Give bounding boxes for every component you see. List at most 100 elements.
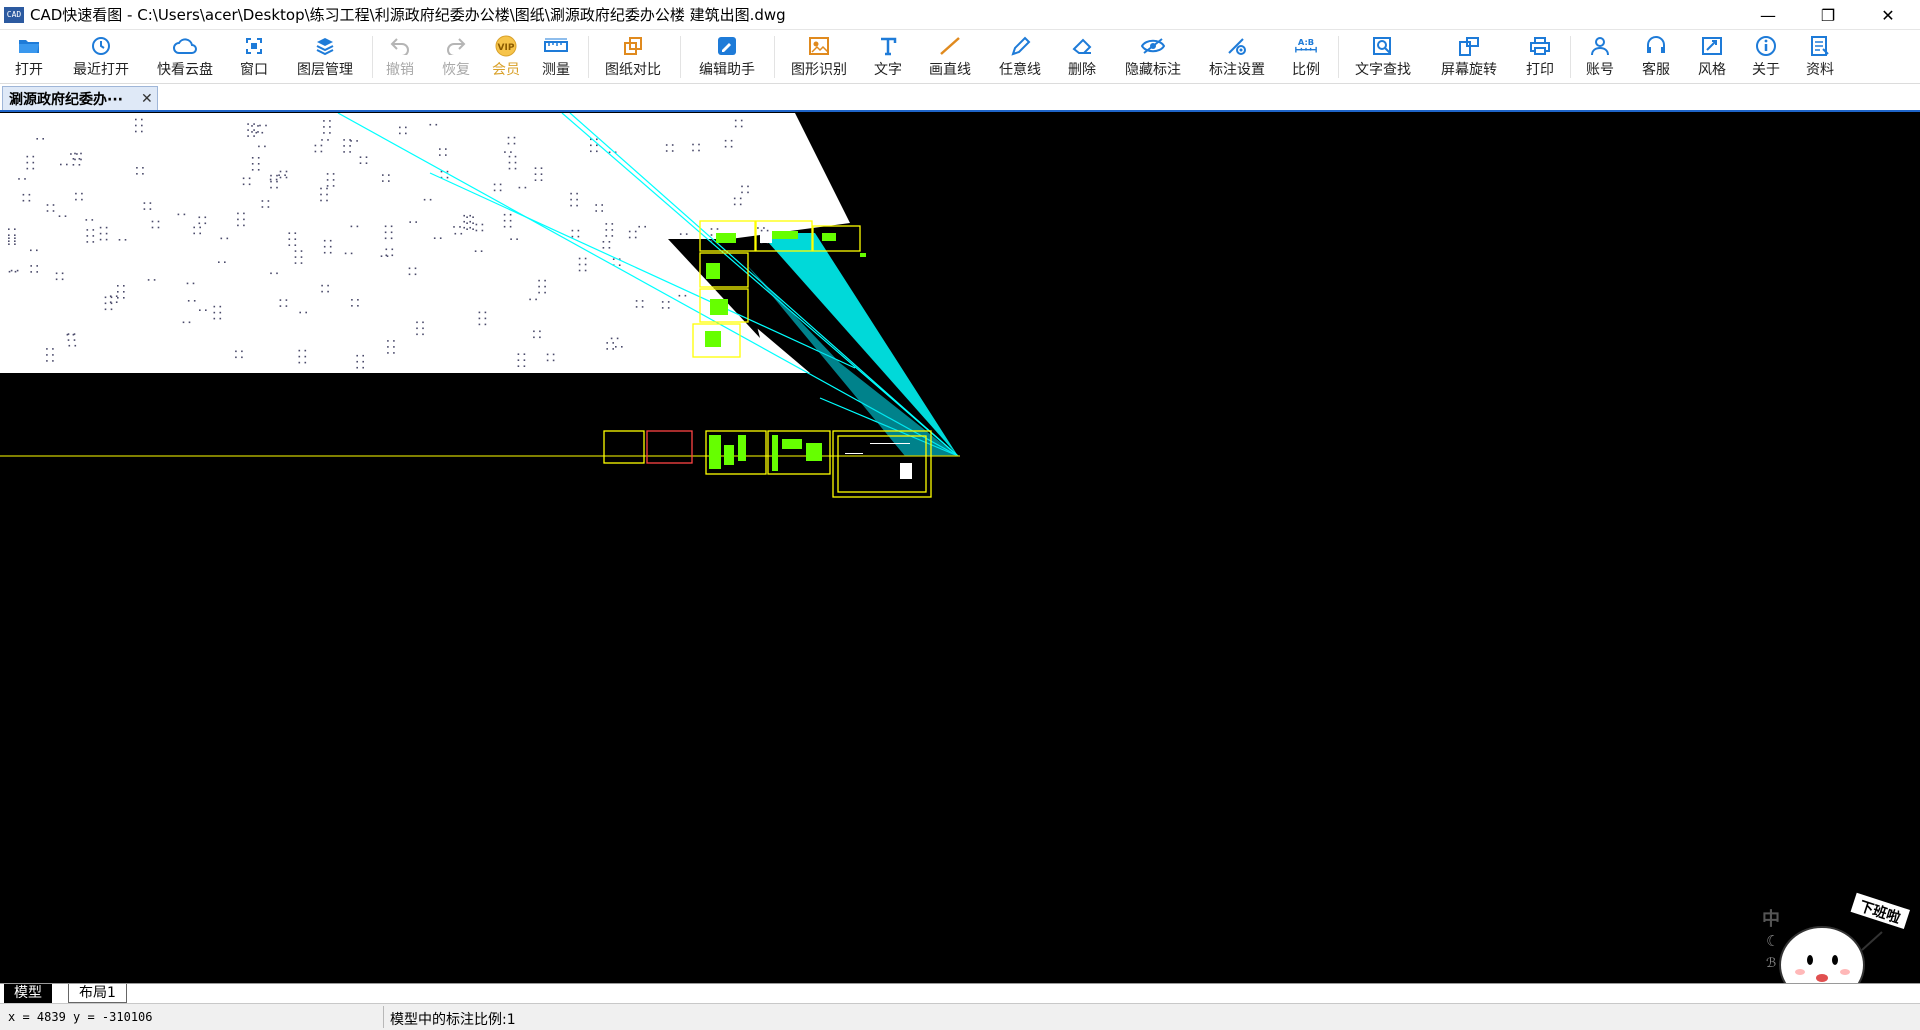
text-button[interactable]: 文字 xyxy=(868,30,908,84)
redo-button[interactable]: 恢复 xyxy=(436,30,476,84)
eraser-icon xyxy=(1070,35,1094,57)
scale-button[interactable]: A:B 比例 xyxy=(1286,30,1326,84)
edit-assistant-button[interactable]: 编辑助手 xyxy=(692,30,762,84)
customer-service-button[interactable]: 客服 xyxy=(1636,30,1676,84)
grid-marker-dot xyxy=(117,297,119,299)
grid-marker-dot xyxy=(716,228,719,230)
open-button[interactable]: 打开 xyxy=(8,30,50,84)
minimize-button[interactable]: — xyxy=(1740,0,1796,30)
grid-marker-dot xyxy=(124,239,127,241)
grid-marker-dot xyxy=(513,136,516,139)
grid-marker-dot xyxy=(323,132,325,134)
hide-dimension-button[interactable]: 隐藏标注 xyxy=(1118,30,1188,84)
grid-marker-dot xyxy=(475,223,478,226)
grid-marker-dot xyxy=(475,229,478,232)
grid-marker-dot xyxy=(276,272,278,275)
grid-marker-dot xyxy=(349,151,351,153)
grid-marker-dot xyxy=(67,339,70,341)
account-button[interactable]: 账号 xyxy=(1580,30,1620,84)
about-button[interactable]: 关于 xyxy=(1746,30,1786,84)
grid-marker-dot xyxy=(523,353,526,355)
grid-marker-dot xyxy=(320,199,322,202)
grid-marker-dot xyxy=(734,119,737,122)
grid-marker-dot xyxy=(499,189,502,192)
vip-icon: VIP xyxy=(494,35,518,57)
grid-marker-dot xyxy=(595,204,597,206)
drawing-compare-button[interactable]: 图纸对比 xyxy=(598,30,668,84)
toolbar-divider xyxy=(588,36,589,78)
grid-marker-dot xyxy=(81,192,83,195)
layers-icon xyxy=(313,35,337,57)
tab-model[interactable]: 模型 xyxy=(4,984,52,1003)
draw-line-button[interactable]: 画直线 xyxy=(922,30,978,84)
window-button[interactable]: 窗口 xyxy=(234,30,274,84)
grid-marker-dot xyxy=(46,210,49,212)
grid-marker-dot xyxy=(503,219,506,222)
grid-marker-dot xyxy=(409,221,411,223)
print-button[interactable]: 打印 xyxy=(1520,30,1560,84)
grid-marker-dot xyxy=(763,227,765,229)
close-button[interactable]: ✕ xyxy=(1860,0,1916,30)
tab-layout1[interactable]: 布局1 xyxy=(68,984,127,1003)
grid-marker-dot xyxy=(247,129,249,131)
grid-marker-dot xyxy=(504,151,506,153)
grid-marker-dot xyxy=(466,228,468,230)
grid-marker-dot xyxy=(30,265,32,267)
recent-open-button[interactable]: 最近打开 xyxy=(66,30,136,84)
grid-marker-dot xyxy=(552,353,555,356)
grid-marker-dot xyxy=(390,225,393,228)
dimension-settings-button[interactable]: 标注设置 xyxy=(1202,30,1272,84)
freehand-line-button[interactable]: 任意线 xyxy=(992,30,1048,84)
grid-marker-dot xyxy=(157,226,160,229)
grid-marker-dot xyxy=(602,241,605,243)
grid-marker-dot xyxy=(142,167,144,169)
toolbar-divider xyxy=(372,36,373,78)
grid-marker-dot xyxy=(22,193,25,196)
grid-marker-dot xyxy=(36,249,38,252)
find-text-button[interactable]: 文字查找 xyxy=(1348,30,1418,84)
grid-marker-dot xyxy=(692,143,694,146)
shape-recognition-button[interactable]: 图形识别 xyxy=(784,30,854,84)
grid-marker-dot xyxy=(46,360,48,362)
user-icon xyxy=(1588,35,1612,57)
grid-marker-dot xyxy=(109,295,112,297)
grid-marker-dot xyxy=(294,244,297,246)
measure-button[interactable]: 测量 xyxy=(536,30,576,84)
grid-marker-dot xyxy=(52,348,54,350)
grid-marker-dot xyxy=(294,256,297,258)
grid-marker-dot xyxy=(524,186,527,189)
resources-button[interactable]: 资料 xyxy=(1800,30,1840,84)
grid-marker-dot xyxy=(724,145,727,148)
document-tab[interactable]: 涮源政府纪委办··· ✕ xyxy=(2,86,158,110)
vip-badge-text: VIP xyxy=(498,43,515,53)
grid-marker-dot xyxy=(596,138,598,141)
grid-marker-dot xyxy=(64,215,67,217)
grid-marker-dot xyxy=(92,229,95,231)
grid-marker-dot xyxy=(247,123,249,125)
grid-marker-dot xyxy=(182,321,185,324)
cloud-drive-button[interactable]: 快看云盘 xyxy=(150,30,220,84)
style-button[interactable]: 风格 xyxy=(1692,30,1732,84)
grid-marker-dot xyxy=(509,225,512,228)
grid-marker-dot xyxy=(387,346,389,348)
grid-marker-dot xyxy=(453,226,455,228)
grid-marker-dot xyxy=(8,240,10,242)
grid-marker-dot xyxy=(429,123,432,126)
grid-marker-dot xyxy=(414,273,417,276)
grid-marker-dot xyxy=(611,223,614,225)
screen-rotate-button[interactable]: 屏幕旋转 xyxy=(1434,30,1504,84)
maximize-button[interactable]: ❐ xyxy=(1800,0,1856,30)
drawing-canvas[interactable] xyxy=(0,113,1920,983)
grid-marker-dot xyxy=(192,282,195,285)
vip-button[interactable]: VIP 会员 xyxy=(486,30,526,84)
undo-button[interactable]: 撤销 xyxy=(380,30,420,84)
layer-manager-button[interactable]: 图层管理 xyxy=(290,30,360,84)
delete-button[interactable]: 删除 xyxy=(1062,30,1102,84)
grid-marker-dot xyxy=(610,337,613,340)
grid-marker-dot xyxy=(320,150,323,153)
grid-marker-dot xyxy=(74,344,77,347)
recognize-icon xyxy=(807,35,831,57)
grid-marker-dot xyxy=(76,153,78,155)
grid-marker-dot xyxy=(264,145,266,148)
close-tab-icon[interactable]: ✕ xyxy=(141,91,153,107)
